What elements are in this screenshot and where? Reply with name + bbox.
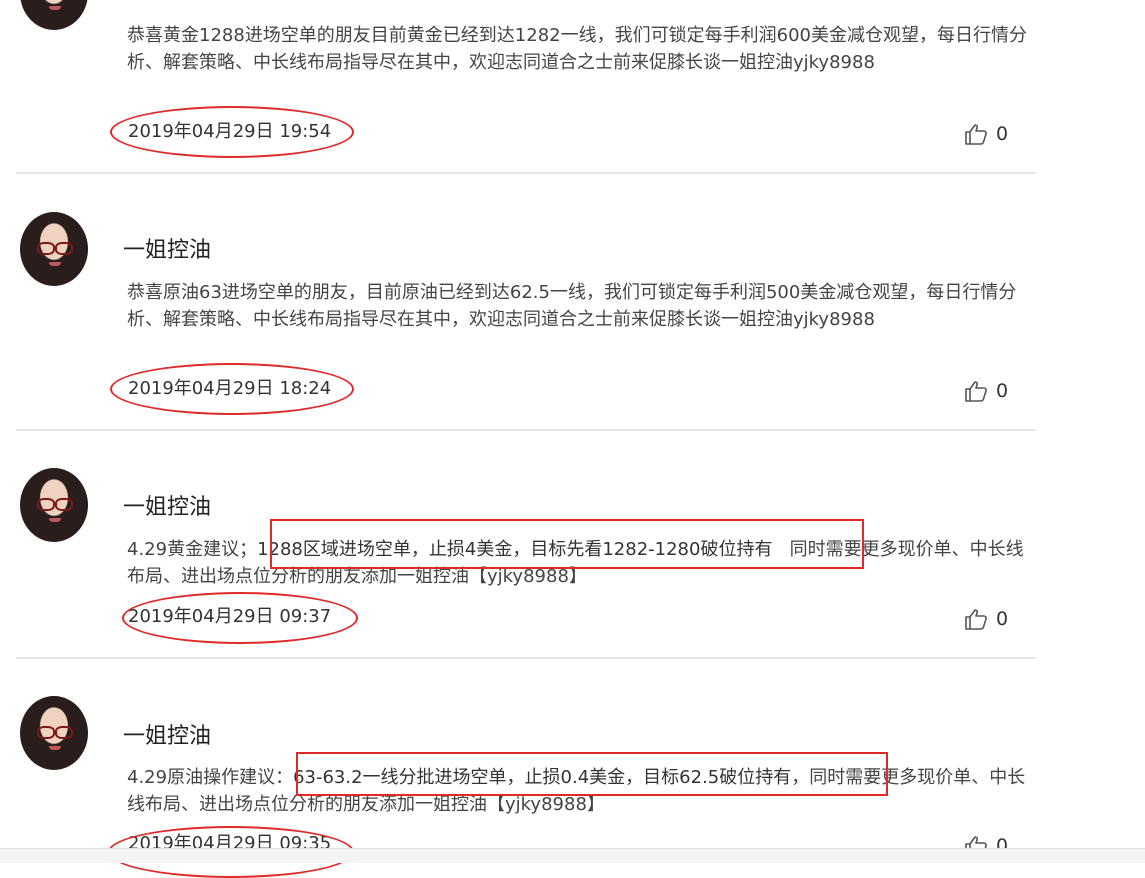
divider [16, 429, 1036, 431]
mouth-detail [49, 518, 61, 522]
post-text-prefix: 4.29黄金建议； [127, 539, 258, 560]
author-name[interactable]: 一姐控油 [123, 495, 211, 521]
glasses-detail [37, 498, 73, 511]
annotation-ellipse [122, 592, 358, 644]
like-button[interactable]: 0 [964, 122, 1008, 146]
like-count: 0 [996, 380, 1009, 402]
post-text: 恭喜原油63进场空单的朋友，目前原油已经到达62.5一线，我们可锁定每手利润50… [127, 282, 1017, 330]
author-name[interactable]: 一姐控油 [123, 238, 211, 264]
glasses-detail [37, 726, 73, 739]
avatar[interactable] [20, 468, 88, 542]
annotation-ellipse [110, 363, 354, 415]
bottom-bar [0, 848, 1145, 863]
author-name[interactable]: 一姐控油 [123, 724, 211, 750]
annotation-box [296, 752, 888, 796]
like-button[interactable]: 0 [964, 379, 1008, 403]
mouth-detail [49, 746, 61, 750]
avatar[interactable] [20, 696, 88, 770]
comment-feed: 恭喜黄金1288进场空单的朋友目前黄金已经到达1282一线，我们可锁定每手利润6… [0, 0, 1145, 878]
post-text-prefix: 4.29原油操作建议： [127, 767, 294, 788]
like-button[interactable]: 0 [964, 607, 1008, 631]
thumbs-up-icon [965, 609, 987, 630]
avatar[interactable] [20, 212, 88, 286]
annotation-box [270, 519, 864, 569]
like-count: 0 [996, 608, 1009, 630]
divider [16, 172, 1036, 174]
mouth-detail [49, 262, 61, 266]
mouth-detail [49, 6, 61, 10]
post-text: 恭喜黄金1288进场空单的朋友目前黄金已经到达1282一线，我们可锁定每手利润6… [127, 25, 1027, 73]
like-count: 0 [996, 123, 1009, 145]
annotation-ellipse [110, 106, 354, 158]
thumbs-up-icon [965, 381, 987, 402]
thumbs-up-icon [965, 124, 987, 145]
avatar[interactable] [20, 0, 88, 30]
divider [16, 657, 1036, 659]
glasses-detail [37, 242, 73, 255]
